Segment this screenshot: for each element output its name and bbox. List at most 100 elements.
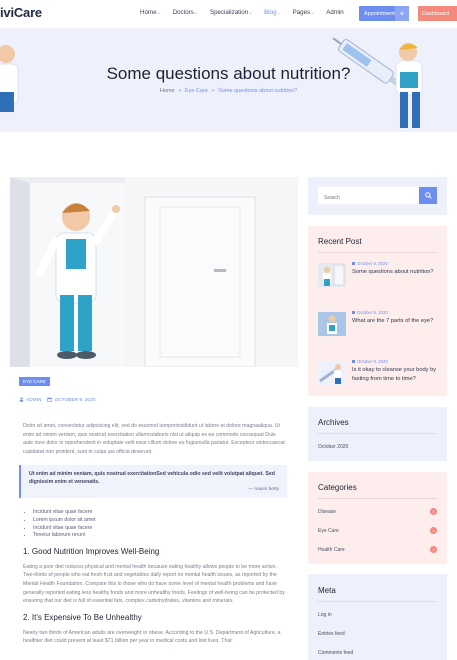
breadcrumb-home[interactable]: Home <box>160 88 175 94</box>
recent-post-item[interactable]: October 9, 2020 Is it okay to cleanse yo… <box>318 359 443 393</box>
recent-post-title[interactable]: Is it okay to cleanse your body by fasti… <box>352 366 442 383</box>
categories-title: Categories <box>318 483 357 492</box>
quote-author: — maxin betty <box>248 487 279 493</box>
post-meta: ADMIN OCTOBER 9, 2020 <box>19 397 95 403</box>
recent-post-date: October 9, 2020 <box>352 261 388 266</box>
categories-widget: Categories Disease 1 Eye Care 1 Health Car… <box>308 472 447 564</box>
recent-post-date-label: October 9, 2020 <box>357 310 388 315</box>
thumbnail-image <box>318 361 346 385</box>
meta-widget: Meta Log in Entries feed Comments feed <box>308 574 447 660</box>
nav-blog[interactable]: Blog⌵ <box>264 9 280 16</box>
chevron-down-icon: ⌵ <box>311 10 315 15</box>
archives-title: Archives <box>318 418 349 427</box>
category-label: Disease <box>318 509 337 515</box>
nav-doctors[interactable]: Doctors⌵ <box>173 9 198 16</box>
nav-pages[interactable]: Pages⌵ <box>293 9 315 16</box>
search-input[interactable] <box>318 187 419 204</box>
list-item: Tenetur laborum rerum <box>33 532 285 540</box>
list-item: Incidunt vitae quae facere <box>33 509 285 517</box>
chevron-down-icon: ⌵ <box>277 10 281 15</box>
category-count-badge: 1 <box>430 508 437 515</box>
list-item: Incidunt vitae quae facere <box>33 525 285 533</box>
recent-post-date-label: October 9, 2020 <box>357 359 388 364</box>
breadcrumb-eye-care[interactable]: Eye Care <box>185 88 208 94</box>
breadcrumb-current: Some questions about nutrition? <box>218 88 298 94</box>
nav-home[interactable]: Home⌵ <box>140 9 161 16</box>
section-heading: 2. It's Expensive To Be Unhealthy <box>23 612 142 622</box>
page-title: Some questions about nutrition? <box>106 64 351 83</box>
add-appointment-button[interactable]: + <box>395 6 409 21</box>
post-author[interactable]: ADMIN <box>19 397 41 403</box>
main-nav: Home⌵ Doctors⌵ Specialization⌵ Blog⌵ Pag… <box>140 9 344 16</box>
section-paragraph: Eating a poor diet reduces physical and … <box>23 563 285 605</box>
calendar-icon <box>47 397 53 402</box>
recent-post-item[interactable]: October 9, 2020 What are the 7 parts of … <box>318 310 443 344</box>
nav-pages-label: Pages <box>292 9 311 16</box>
quote-text: Ut enim ad minim veniam, quis nostrud ex… <box>29 471 275 486</box>
page-hero: Some questions about nutrition? Home > E… <box>0 28 457 132</box>
intro-paragraph: Dolor sit amet, consectetur adipisicing … <box>23 423 285 455</box>
recent-post-date-label: October 9, 2020 <box>357 261 388 266</box>
recent-post-thumbnail[interactable] <box>318 312 346 336</box>
recent-post-title[interactable]: Some questions about nutrition? <box>352 268 442 277</box>
post-author-label: ADMIN <box>26 397 42 403</box>
divider <box>318 601 437 602</box>
category-count-badge: 1 <box>430 546 437 553</box>
article-body: Dolor sit amet, consectetur adipisicing … <box>19 422 287 646</box>
nav-blog-label: Blog <box>264 9 277 16</box>
list-item: Lorem ipsum dolor sit amet <box>33 517 285 525</box>
meta-link-comments-feed[interactable]: Comments feed <box>318 650 437 656</box>
category-link-health-care[interactable]: Health Care 1 <box>318 546 437 553</box>
post-date[interactable]: OCTOBER 9, 2020 <box>47 397 95 403</box>
featured-image <box>10 177 298 367</box>
archives-widget: Archives October 2020 <box>308 407 447 461</box>
site-logo[interactable]: iviCare <box>0 5 42 20</box>
category-link-eye-care[interactable]: Eye Care 1 <box>318 527 437 534</box>
divider <box>318 433 437 434</box>
breadcrumb-separator: > <box>178 88 182 94</box>
meta-title: Meta <box>318 586 336 595</box>
blockquote: Ut enim ad minim veniam, quis nostrud ex… <box>19 465 287 499</box>
nav-doctors-label: Doctors <box>172 9 194 16</box>
breadcrumb-separator: > <box>211 88 215 94</box>
category-label: Health Care <box>318 547 345 553</box>
chevron-down-icon: ⌵ <box>194 10 198 15</box>
divider <box>318 498 437 499</box>
recent-post-date: October 9, 2020 <box>352 359 388 364</box>
divider <box>318 252 437 253</box>
nav-admin[interactable]: Admin <box>326 9 344 16</box>
post-date-label: OCTOBER 9, 2020 <box>54 397 96 403</box>
site-header: iviCare Home⌵ Doctors⌵ Specialization⌵ B… <box>0 0 457 28</box>
thumbnail-image <box>318 312 346 336</box>
meta-link-login[interactable]: Log in <box>318 612 437 618</box>
search-icon <box>424 192 432 199</box>
user-icon <box>19 397 24 402</box>
category-label: Eye Care <box>318 528 339 534</box>
nav-specialization-label: Specialization <box>209 9 249 16</box>
doctor-door-illustration <box>10 177 298 367</box>
category-tag[interactable]: EYE CARE <box>19 377 50 386</box>
section-paragraph: Nearly two thirds of American adults are… <box>23 629 281 645</box>
nav-specialization[interactable]: Specialization⌵ <box>210 9 252 16</box>
recent-post-thumbnail[interactable] <box>318 263 346 287</box>
search-widget <box>308 177 447 215</box>
recent-post-thumbnail[interactable] <box>318 361 346 385</box>
breadcrumb: Home > Eye Care > Some questions about n… <box>0 88 457 94</box>
recent-post-item[interactable]: October 9, 2020 Some questions about nut… <box>318 261 443 295</box>
nav-home-label: Home <box>140 9 157 16</box>
category-count-badge: 1 <box>430 527 437 534</box>
thumbnail-image <box>318 263 346 287</box>
dashboard-button[interactable]: Dashboard <box>418 6 457 21</box>
category-link-disease[interactable]: Disease 1 <box>318 508 437 515</box>
search-button[interactable] <box>419 187 437 204</box>
recent-posts-title: Recent Post <box>318 237 362 246</box>
section-heading: 1. Good Nutrition Improves Well-Being <box>23 546 160 556</box>
chevron-down-icon: ⌵ <box>157 10 161 15</box>
nav-admin-label: Admin <box>326 9 344 16</box>
archive-link[interactable]: October 2020 <box>318 444 437 450</box>
recent-posts-widget: Recent Post October 9, 2020 Some questio… <box>308 226 447 396</box>
recent-post-date: October 9, 2020 <box>352 310 388 315</box>
meta-link-entries-feed[interactable]: Entries feed <box>318 631 437 637</box>
recent-post-title[interactable]: What are the 7 parts of the eye? <box>352 317 442 326</box>
bullet-list: Incidunt vitae quae facere Lorem ipsum d… <box>23 509 285 539</box>
